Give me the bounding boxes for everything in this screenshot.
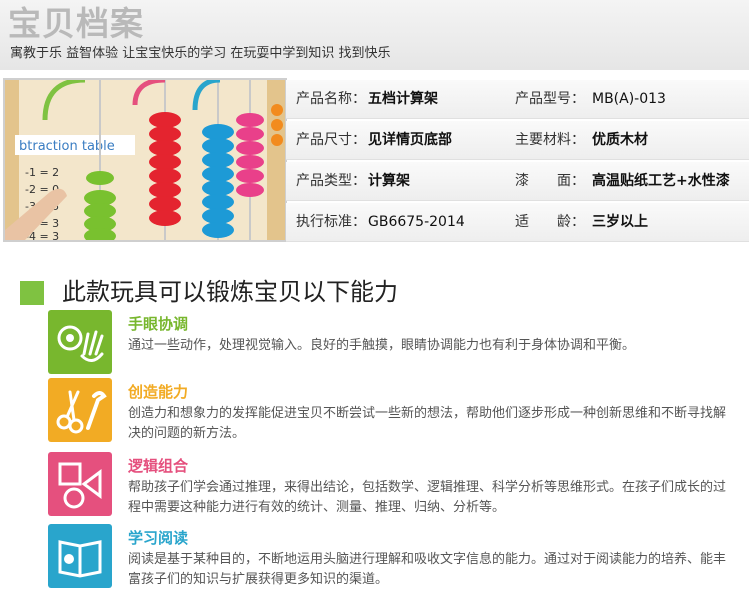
spec-label: 产品名称： bbox=[296, 91, 366, 107]
spec-label: 产品尺寸： bbox=[296, 132, 366, 148]
section-bullet bbox=[20, 281, 44, 305]
spec-value: 计算架 bbox=[368, 173, 410, 189]
spec-label: 适 龄： bbox=[515, 214, 585, 230]
ability-title: 手眼协调 bbox=[128, 315, 189, 333]
ability-creativity: 创造能力 创造力和想象力的发挥能促进宝贝不断尝试一些新的想法，帮助他们逐步形成一… bbox=[48, 378, 748, 444]
shapes-icon bbox=[48, 452, 112, 516]
spec-value: 三岁以上 bbox=[592, 214, 648, 230]
spec-value: MB(A)-013 bbox=[592, 91, 666, 107]
spec-value: 优质木材 bbox=[592, 132, 648, 148]
spec-value: GB6675-2014 bbox=[368, 214, 465, 230]
spec-table: 产品名称： 五档计算架 产品型号： MB(A)-013 产品尺寸： 见详情页底部… bbox=[286, 80, 749, 244]
product-photo: btraction table -1 = 2 -2 = 0 -3 = 5 -0 … bbox=[3, 78, 287, 242]
spec-label: 执行标准： bbox=[296, 214, 366, 230]
spec-value: 见详情页底部 bbox=[368, 132, 452, 148]
spec-row: 产品名称： 五档计算架 产品型号： MB(A)-013 bbox=[286, 80, 749, 119]
spec-label: 主要材料： bbox=[515, 132, 585, 148]
board-line: -1 = 2 bbox=[25, 166, 59, 179]
spec-row: 执行标准： GB6675-2014 适 龄： 三岁以上 bbox=[286, 203, 749, 242]
ability-logic: 逻辑组合 帮助孩子们学会通过推理，来得出结论，包括数学、逻辑推理、科学分析等思维… bbox=[48, 452, 748, 518]
ability-title: 学习阅读 bbox=[128, 529, 189, 547]
header-banner: 宝贝档案 寓教于乐 益智体验 让宝宝快乐的学习 在玩耍中学到知识 找到快乐 bbox=[0, 0, 749, 70]
spec-row: 产品尺寸： 见详情页底部 主要材料： 优质木材 bbox=[286, 121, 749, 160]
spec-value: 高温贴纸工艺+水性漆 bbox=[592, 173, 730, 189]
spec-label: 产品类型： bbox=[296, 173, 366, 189]
ability-title: 创造能力 bbox=[128, 383, 189, 401]
scissors-wrench-icon bbox=[48, 378, 112, 442]
ability-reading: 学习阅读 阅读是基于某种目的，不断地运用头脑进行理解和吸收文字信息的能力。通过对… bbox=[48, 524, 748, 590]
spec-row: 产品类型： 计算架 漆 面： 高温贴纸工艺+水性漆 bbox=[286, 162, 749, 201]
ability-hand-eye: 手眼协调 通过一些动作，处理视觉输入。良好的手触摸，眼睛协调能力也有利于身体协调… bbox=[48, 310, 748, 376]
hand-eye-icon bbox=[48, 310, 112, 374]
ability-desc: 创造力和想象力的发挥能促进宝贝不断尝试一些新的想法，帮助他们逐步形成一种创新思维… bbox=[128, 406, 727, 441]
page-subtitle: 寓教于乐 益智体验 让宝宝快乐的学习 在玩耍中学到知识 找到快乐 bbox=[10, 46, 391, 61]
abacus-illustration: btraction table -1 = 2 -2 = 0 -3 = 5 -0 … bbox=[5, 80, 285, 240]
book-icon bbox=[48, 524, 112, 588]
abilities-heading: 此款玩具可以锻炼宝贝以下能力 bbox=[62, 278, 398, 306]
spec-label: 产品型号： bbox=[515, 91, 585, 107]
spec-label: 漆 面： bbox=[515, 173, 585, 189]
ability-desc: 阅读是基于某种目的，不断地运用头脑进行理解和吸收文字信息的能力。通过对于阅读能力… bbox=[128, 552, 727, 587]
ability-desc: 帮助孩子们学会通过推理，来得出结论，包括数学、逻辑推理、科学分析等思维形式。在孩… bbox=[128, 480, 727, 515]
spec-value: 五档计算架 bbox=[368, 91, 438, 107]
ability-desc: 通过一些动作，处理视觉输入。良好的手触摸，眼睛协调能力也有利于身体协调和平衡。 bbox=[128, 338, 636, 353]
page-title: 宝贝档案 bbox=[8, 4, 144, 43]
ability-title: 逻辑组合 bbox=[128, 457, 189, 475]
